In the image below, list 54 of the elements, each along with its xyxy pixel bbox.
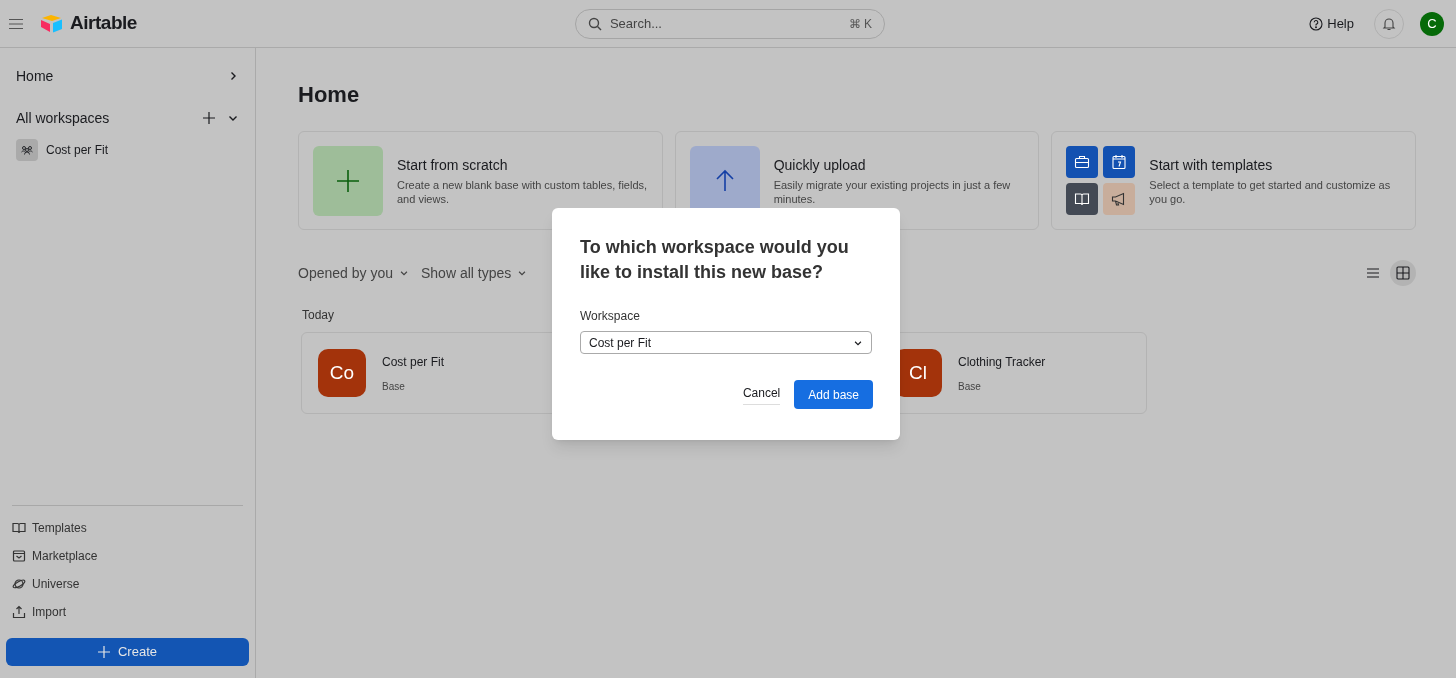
calendar-icon [1111,154,1128,170]
sidebar-link[interactable]: Marketplace [6,542,249,570]
section-heading: All workspaces [16,108,110,128]
help-icon [1309,16,1324,31]
start-card[interactable]: Start from scratch Create a new blank base with custom tables, fields, and views. [298,131,663,230]
grid-icon [1396,266,1410,280]
page-title: Home [298,81,361,109]
sidebar-link[interactable]: Universe [6,570,249,598]
bell-icon [1382,16,1396,31]
book-icon [1074,191,1091,207]
search-icon [587,16,602,31]
workspace-item[interactable]: Cost per Fit [6,134,249,166]
base-name: Clothing Tracker [958,353,1046,371]
base-type: Base [958,379,982,394]
avatar[interactable]: C [1420,11,1444,36]
logo-icon [40,13,64,34]
plus-icon[interactable] [203,112,215,124]
card-title: Start with templates [1149,156,1274,175]
dialog-title: To which workspace would you like to install this new base? [580,236,850,284]
shortcut-hint: ⌘ K [848,15,872,33]
list-icon [1366,266,1380,280]
brand-name: Airtable [70,11,137,36]
create-button[interactable]: Create [6,638,249,666]
workspace-select[interactable]: Cost per Fit [580,331,872,354]
chevron-down-icon [398,268,409,278]
sidebar-link[interactable]: Templates [6,514,249,542]
help-button[interactable]: Help [1309,13,1354,34]
base-name: Cost per Fit [382,353,444,371]
section-label: Today [302,307,335,324]
add-base-button[interactable]: Add base [794,380,873,409]
field-label: Workspace [580,308,641,325]
start-card[interactable]: Start with templates Select a template to get started and customize as you go. [1051,131,1416,230]
card-description: Create a new blank base with custom tables, fields, and views. [397,178,648,206]
home-nav-item[interactable]: Home [6,60,249,92]
grid-view-button[interactable] [1390,260,1416,286]
book-icon [12,521,26,535]
filter-dropdown[interactable]: Opened by you [298,262,409,284]
filter-dropdown[interactable]: Show all types [420,262,528,284]
plus-icon [336,168,360,193]
card-title: Quickly upload [773,156,867,175]
inbox-icon [12,549,26,563]
card-description: Select a template to get started and customize as you go. [1149,178,1392,206]
chevron-down-icon [517,268,528,278]
card-description: Easily migrate your existing projects in just a few minutes. [773,178,1012,206]
upload-icon [12,605,26,619]
base-icon: Co [318,349,366,397]
plus-icon [98,646,110,658]
base-type: Base [382,379,406,394]
briefcase-icon [1074,154,1091,170]
planet-icon [12,577,26,591]
card-title: Start from scratch [397,156,509,175]
search-placeholder: Search... [609,14,662,33]
sidebar-link[interactable]: Import [6,598,249,626]
cancel-button[interactable]: Cancel [742,384,781,405]
